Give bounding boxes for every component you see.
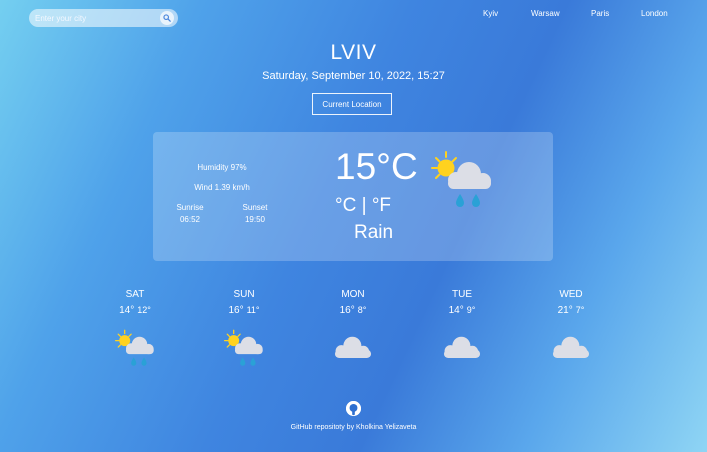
forecast-max: 21° [557, 305, 573, 316]
sunset-label: Sunset [242, 203, 268, 212]
unit-switch: °C | °F [335, 195, 391, 217]
forecast-day-name: WED [559, 289, 583, 300]
city-link-warsaw[interactable]: Warsaw [531, 9, 560, 18]
wind: Wind 1.39 km/h [194, 183, 250, 192]
forecast-max: 14° [448, 305, 464, 316]
cloud-icon [552, 336, 590, 359]
unit-separator: | [361, 195, 367, 216]
forecast-day: MON 16° 8° [323, 289, 383, 369]
cloud-icon [443, 336, 481, 359]
forecast-day-name: TUE [452, 289, 472, 300]
forecast-day-name: SAT [125, 289, 145, 300]
forecast-day: WED 21° 7° [541, 289, 601, 369]
forecast-day: SAT 14° 12° [105, 289, 165, 369]
footer: GitHub repositoty by Kholkina Yelizaveta [0, 401, 707, 431]
forecast-max: 14° [119, 305, 135, 316]
city-link-kyiv[interactable]: Kyiv [483, 9, 498, 18]
current-location-button[interactable]: Current Location [312, 93, 392, 115]
city-link-paris[interactable]: Paris [591, 9, 609, 18]
celsius-toggle[interactable]: °C [335, 195, 356, 216]
github-icon [346, 401, 361, 416]
sun-cloud-rain-icon [115, 329, 154, 366]
forecast-min: 12° [137, 305, 151, 315]
sunrise-label: Sunrise [176, 203, 204, 212]
search-form [29, 9, 178, 27]
forecast-day-name: MON [341, 289, 365, 300]
current-datetime: Saturday, September 10, 2022, 15:27 [262, 70, 445, 82]
forecast-max: 16° [339, 305, 355, 316]
cloud-icon [334, 336, 372, 359]
forecast-min: 7° [575, 305, 585, 315]
search-icon [163, 14, 171, 22]
humidity: Humidity 97% [197, 163, 247, 172]
weather-description: Rain [354, 222, 394, 243]
forecast-day: SUN 16° 11° [214, 289, 274, 369]
github-link[interactable] [346, 401, 361, 416]
city-link-london[interactable]: London [641, 9, 668, 18]
forecast-temps: 16° 11° [214, 305, 274, 316]
forecast-min: 8° [357, 305, 367, 315]
sun-cloud-rain-icon [431, 151, 491, 207]
forecast-min: 9° [466, 305, 476, 315]
forecast-temps: 21° 7° [541, 305, 601, 316]
forecast-day-name: SUN [233, 289, 255, 300]
forecast-temps: 16° 8° [323, 305, 383, 316]
forecast-temps: 14° 12° [105, 305, 165, 316]
search-button[interactable] [160, 11, 174, 25]
sunrise-time: 06:52 [179, 215, 201, 224]
forecast-day: TUE 14° 9° [432, 289, 492, 369]
footer-credit: GitHub repositoty by Kholkina Yelizaveta [290, 424, 417, 431]
forecast-min: 11° [246, 305, 260, 315]
current-temperature: 15°C [335, 146, 418, 187]
city-name: LVIV [330, 41, 377, 64]
top-bar: Kyiv Warsaw Paris London [0, 0, 707, 32]
sunset-time: 19:50 [244, 215, 266, 224]
sun-cloud-rain-icon [224, 329, 263, 366]
forecast-max: 16° [228, 305, 244, 316]
forecast-temps: 14° 9° [432, 305, 492, 316]
city-search-input[interactable] [35, 9, 145, 27]
fahrenheit-toggle[interactable]: °F [372, 195, 391, 216]
current-weather-card: Humidity 97% Wind 1.39 km/h Sunrise 06:5… [153, 132, 553, 261]
